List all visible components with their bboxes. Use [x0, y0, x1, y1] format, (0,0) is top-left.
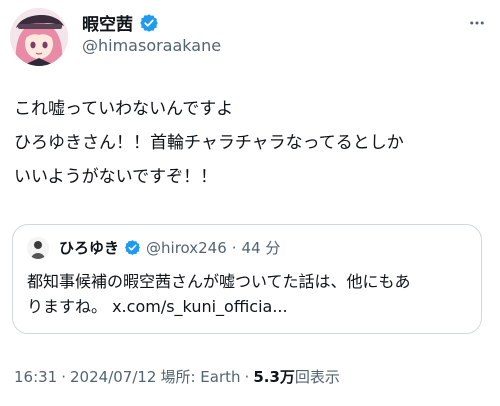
author-avatar[interactable]	[10, 8, 68, 66]
tweet-text-line: これ嘘っていわないんですよ	[14, 99, 234, 119]
quoted-tweet-header: ひろゆき @hirox246 · 44 分	[59, 237, 280, 258]
author-name-row[interactable]: 暇空茜	[82, 10, 159, 35]
tweet-meta: 16:31 · 2024/07/12 場所: Earth · 5.3万 回表示	[14, 366, 340, 387]
tweet-text-line: いいようがないですぞ！！	[14, 167, 218, 187]
separator-dot: ·	[231, 238, 237, 257]
author-display-name[interactable]: 暇空茜	[82, 10, 133, 35]
more-options-icon[interactable]	[468, 14, 486, 37]
view-count-label: 回表示	[294, 368, 340, 386]
author-handle[interactable]: @himasoraakane	[82, 36, 221, 55]
quoted-tweet-time[interactable]: 44 分	[242, 237, 281, 258]
person-avatar-icon	[27, 237, 49, 259]
quoted-tweet-text: 都知事候補の暇空茜さんが嘘ついてた話は、他にもあ りますね。 x.com/s_k…	[27, 269, 473, 319]
tweet-card: 暇空茜 @himasoraakane これ嘘っていわないんですよ ひろゆきさん！…	[0, 0, 500, 406]
tweet-location: 場所: Earth	[160, 368, 241, 386]
quoted-tweet[interactable]: ひろゆき @hirox246 · 44 分 都知事候補の暇空茜さんが嘘ついてた話…	[12, 224, 482, 334]
quoted-author-handle[interactable]: @hirox246	[146, 239, 227, 257]
quoted-author-name[interactable]: ひろゆき	[59, 237, 119, 258]
verified-badge-icon	[124, 239, 141, 257]
tweet-text-line: ひろゆきさん！！首輪チャラチャラなってるとしか	[14, 133, 404, 153]
separator-dot: ·	[61, 368, 67, 386]
quoted-text-line: りますね。 x.com/s_kuni_officia...	[27, 297, 288, 316]
quoted-author-avatar[interactable]	[27, 237, 49, 259]
tweet-date[interactable]: 2024/07/12	[70, 368, 156, 386]
separator-dot: ·	[244, 368, 250, 386]
quoted-text-line: 都知事候補の暇空茜さんが嘘ついてた話は、他にもあ	[27, 272, 411, 291]
anime-avatar-icon	[10, 8, 68, 66]
view-count[interactable]: 5.3万	[253, 366, 295, 387]
tweet-time[interactable]: 16:31	[14, 368, 57, 386]
verified-badge-icon	[139, 13, 159, 33]
tweet-text: これ嘘っていわないんですよ ひろゆきさん！！首輪チャラチャラなってるとしか いい…	[14, 92, 484, 194]
